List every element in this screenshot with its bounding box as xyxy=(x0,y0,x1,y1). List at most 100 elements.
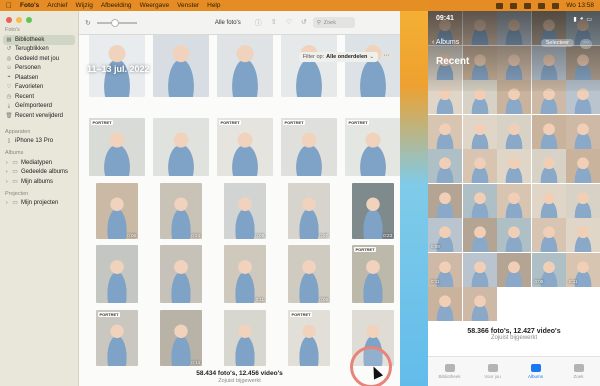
chevron-right-icon[interactable]: › xyxy=(6,169,10,175)
menu-help[interactable]: Help xyxy=(207,2,220,9)
menu-edit[interactable]: Wijzig xyxy=(75,2,92,9)
phone-photo-thumbnail[interactable] xyxy=(497,114,531,149)
phone-photo-thumbnail[interactable] xyxy=(462,287,497,321)
photo-thumbnail[interactable]: 0:11 xyxy=(224,245,266,303)
chevron-right-icon[interactable]: › xyxy=(6,179,10,185)
photo-thumbnail[interactable]: PORTRET xyxy=(217,118,273,176)
view-selector[interactable]: Alle foto's xyxy=(215,20,241,26)
photo-thumbnail[interactable] xyxy=(217,35,273,97)
photo-thumbnail[interactable] xyxy=(224,310,266,366)
phone-photo-thumbnail[interactable] xyxy=(566,114,600,149)
photo-thumbnail[interactable]: 0:05 xyxy=(288,245,330,303)
chevron-down-icon: ⌄ xyxy=(369,54,374,60)
phone-photo-thumbnail[interactable] xyxy=(462,183,497,218)
phone-photo-thumbnail[interactable] xyxy=(462,149,497,183)
spotlight-icon[interactable] xyxy=(538,2,546,9)
phone-tab[interactable]: Voor jou xyxy=(471,357,514,386)
menu-view[interactable]: Weergave xyxy=(140,2,170,9)
sidebar-item[interactable]: ▦ Bibliotheek xyxy=(3,35,75,45)
zoom-slider-knob[interactable] xyxy=(110,18,119,27)
sidebar-item[interactable]: ↺ Terugblikken xyxy=(3,45,75,55)
phone-photo-thumbnail[interactable] xyxy=(566,149,600,183)
sidebar-item[interactable]: ⌖ Plaatsen xyxy=(3,73,75,83)
menubar-clock[interactable]: Wo 13:58 xyxy=(566,2,594,9)
select-button[interactable]: Selecteer xyxy=(540,39,574,47)
phone-tab[interactable]: Zoek xyxy=(557,357,600,386)
sidebar-item[interactable]: ⤓ Geïmporteerd xyxy=(3,102,75,112)
mirroring-icon[interactable] xyxy=(496,2,504,9)
photo-thumbnail[interactable]: PORTRET xyxy=(288,310,330,366)
back-to-albums[interactable]: ‹ Albums xyxy=(432,39,459,46)
menu-photos[interactable]: Foto's xyxy=(20,2,39,9)
photo-thumbnail[interactable]: PORTRET xyxy=(281,118,337,176)
photo-thumbnail[interactable]: 0:09 xyxy=(224,183,266,239)
chevron-right-icon[interactable]: › xyxy=(6,200,10,206)
sidebar-item[interactable]: › ▭ Mijn albums xyxy=(3,177,75,187)
sidebar-item[interactable]: ◎ Gedeeld met jou xyxy=(3,54,75,64)
menu-file[interactable]: Archief xyxy=(47,2,67,9)
photo-thumbnail[interactable] xyxy=(281,35,337,97)
phone-photo-thumbnail[interactable] xyxy=(462,114,497,149)
menu-image[interactable]: Afbeelding xyxy=(101,2,132,9)
rotate-photo-icon[interactable]: ↺ xyxy=(301,18,307,28)
menu-window[interactable]: Venster xyxy=(177,2,199,9)
phone-photo-thumbnail[interactable] xyxy=(428,114,462,149)
phone-photo-thumbnail[interactable] xyxy=(497,183,531,218)
photo-thumbnail[interactable]: 0:23 xyxy=(352,183,394,239)
photo-thumbnail[interactable]: PORTRET xyxy=(89,118,145,176)
phone-photo-thumbnail[interactable] xyxy=(497,218,531,252)
sidebar-item[interactable]: 🗑 Recent verwijderd xyxy=(3,111,75,121)
phone-photo-thumbnail[interactable] xyxy=(462,218,497,252)
close-button[interactable] xyxy=(6,17,12,23)
photo-thumbnail[interactable]: PORTRET xyxy=(96,310,138,366)
phone-photo-thumbnail[interactable] xyxy=(497,149,531,183)
phone-photo-thumbnail[interactable] xyxy=(428,287,462,321)
photo-thumbnail[interactable] xyxy=(160,245,202,303)
photo-thumbnail[interactable] xyxy=(345,35,400,97)
info-icon[interactable]: ⓘ xyxy=(255,18,262,28)
sidebar-item[interactable]: › ▭ Mijn projecten xyxy=(3,199,75,209)
sidebar-item[interactable]: ▯ iPhone 13 Pro xyxy=(3,137,75,147)
photo-thumbnail[interactable] xyxy=(153,35,209,97)
phone-tab[interactable]: Albums xyxy=(514,357,557,386)
sidebar-item[interactable]: ◷ Recent xyxy=(3,92,75,102)
control-center-icon[interactable] xyxy=(552,2,560,9)
search-field[interactable]: ⚲ Zoek xyxy=(312,17,355,28)
share-icon[interactable]: ⇧ xyxy=(271,18,277,28)
phone-photo-thumbnail[interactable] xyxy=(428,183,462,218)
phone-photo-thumbnail[interactable] xyxy=(531,149,566,183)
phone-photo-thumbnail[interactable] xyxy=(531,114,566,149)
more-icon[interactable]: ⋯ xyxy=(381,52,392,62)
minimize-button[interactable] xyxy=(16,17,22,23)
phone-photo-thumbnail[interactable] xyxy=(497,252,531,287)
zoom-slider[interactable] xyxy=(96,18,137,27)
photo-thumbnail[interactable]: 0:14 xyxy=(160,310,202,366)
filter-menu[interactable]: Filter op: Alle onderdelen ⌄ xyxy=(298,52,378,62)
phone-more-icon[interactable]: ⋯ xyxy=(580,39,592,49)
zoom-button[interactable] xyxy=(26,17,32,23)
rotate-icon[interactable]: ↻ xyxy=(85,19,91,27)
phone-photo-thumbnail[interactable] xyxy=(531,218,566,252)
apple-icon[interactable]:  xyxy=(6,1,12,10)
phone-photo-thumbnail[interactable] xyxy=(428,149,462,183)
photo-thumbnail[interactable]: 0:07 xyxy=(288,183,330,239)
phone-photo-thumbnail[interactable] xyxy=(566,183,600,218)
photo-thumbnail[interactable]: 0:06 xyxy=(96,183,138,239)
phone-photo-thumbnail[interactable] xyxy=(531,183,566,218)
photo-thumbnail[interactable]: 0:24 xyxy=(160,183,202,239)
wifi-icon[interactable] xyxy=(524,2,532,9)
heart-icon[interactable]: ♡ xyxy=(286,18,292,28)
phone-tab[interactable]: Bibliotheek xyxy=(428,357,471,386)
battery-icon[interactable] xyxy=(510,2,518,9)
photo-thumbnail[interactable]: PORTRET xyxy=(345,118,400,176)
sidebar-item[interactable]: ☺ Personen xyxy=(3,64,75,74)
photo-thumbnail[interactable] xyxy=(153,118,209,176)
phone-photo-thumbnail[interactable] xyxy=(462,252,497,287)
sidebar-item[interactable]: ♡ Favorieten xyxy=(3,83,75,93)
sidebar-item[interactable]: › ▭ Gedeelde albums xyxy=(3,168,75,178)
phone-photo-thumbnail[interactable] xyxy=(566,218,600,252)
photo-thumbnail[interactable] xyxy=(96,245,138,303)
sidebar-item[interactable]: › ▭ Mediatypen xyxy=(3,158,75,168)
photo-thumbnail[interactable]: PORTRET xyxy=(352,245,394,303)
chevron-right-icon[interactable]: › xyxy=(6,160,10,166)
